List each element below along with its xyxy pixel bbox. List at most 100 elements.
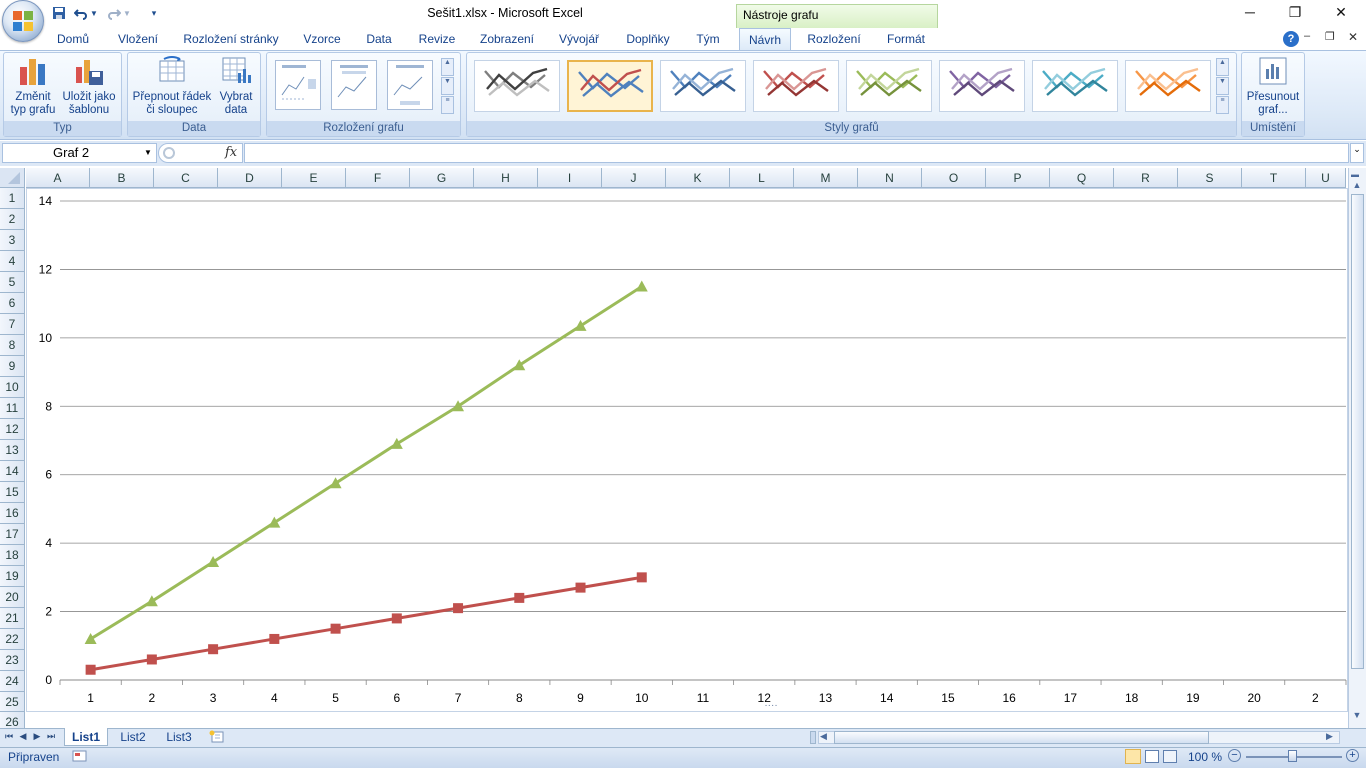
column-header[interactable]: T: [1242, 168, 1306, 188]
row-header[interactable]: 8: [0, 335, 25, 356]
tab-formulas[interactable]: Vzorce: [296, 28, 348, 50]
column-header[interactable]: R: [1114, 168, 1178, 188]
formula-input[interactable]: [244, 143, 1349, 163]
column-header[interactable]: B: [90, 168, 154, 188]
row-header[interactable]: 22: [0, 629, 25, 650]
chart-style-3-thumbnail[interactable]: [660, 60, 746, 112]
column-header[interactable]: M: [794, 168, 858, 188]
vertical-scrollbar[interactable]: ▬ ▲ ▼: [1348, 168, 1366, 728]
column-header[interactable]: O: [922, 168, 986, 188]
chart-style-2-thumbnail[interactable]: [567, 60, 653, 112]
tab-developer[interactable]: Vývojář: [552, 28, 606, 50]
zoom-level[interactable]: 100 %: [1188, 750, 1222, 764]
change-chart-type-button[interactable]: Změnit typ grafu: [6, 55, 60, 117]
column-header[interactable]: Q: [1050, 168, 1114, 188]
chart-style-6-thumbnail[interactable]: [939, 60, 1025, 112]
chart-layout-3-thumbnail[interactable]: [387, 60, 433, 110]
page-break-view-icon[interactable]: [1163, 750, 1177, 763]
tab-split-handle[interactable]: [810, 731, 816, 744]
workbook-close-icon[interactable]: ✕: [1348, 30, 1362, 44]
tab-chart-layout[interactable]: Rozložení: [800, 28, 868, 50]
row-header[interactable]: 1: [0, 188, 25, 209]
tab-page-layout[interactable]: Rozložení stránky: [178, 28, 284, 50]
switch-row-column-button[interactable]: Přepnout řádek či sloupec: [130, 55, 214, 117]
row-header[interactable]: 16: [0, 503, 25, 524]
row-header[interactable]: 11: [0, 398, 25, 419]
tab-data[interactable]: Data: [358, 28, 400, 50]
zoom-in-icon[interactable]: +: [1346, 749, 1359, 762]
chart-layout-1-thumbnail[interactable]: [275, 60, 321, 110]
hscroll-right-icon[interactable]: ▶: [1326, 731, 1333, 742]
name-box[interactable]: Graf 2: [2, 143, 157, 163]
vscroll-split-icon[interactable]: ▬: [1351, 170, 1363, 179]
column-header[interactable]: I: [538, 168, 602, 188]
row-header[interactable]: 15: [0, 482, 25, 503]
line-chart[interactable]: 0 2 4 6 8 10 12 14 1 2 3 4 5 6 7 8 9 10 11 12 13 14 15 16 17 18 19…: [26, 188, 1348, 712]
column-header[interactable]: U: [1306, 168, 1346, 188]
column-header[interactable]: E: [282, 168, 346, 188]
zoom-out-icon[interactable]: −: [1228, 749, 1241, 762]
workbook-restore-icon[interactable]: ❐: [1325, 30, 1339, 43]
sheet-tab-list2[interactable]: List2: [112, 728, 154, 746]
styles-scroll-up-icon[interactable]: ▲: [1216, 58, 1229, 76]
select-all-corner[interactable]: [0, 168, 25, 188]
row-header[interactable]: 14: [0, 461, 25, 482]
prev-sheet-icon[interactable]: ◀: [18, 731, 28, 743]
last-sheet-icon[interactable]: ⏭: [46, 731, 56, 743]
layouts-scroll-down-icon[interactable]: ▼: [441, 77, 454, 95]
vscroll-up-icon[interactable]: ▲: [1351, 180, 1363, 192]
first-sheet-icon[interactable]: ⏮: [4, 731, 14, 743]
chart-style-7-thumbnail[interactable]: [1032, 60, 1118, 112]
row-header[interactable]: 9: [0, 356, 25, 377]
tab-team[interactable]: Tým: [690, 28, 726, 50]
macro-record-icon[interactable]: [72, 750, 88, 762]
column-header[interactable]: K: [666, 168, 730, 188]
column-header[interactable]: A: [26, 168, 90, 188]
office-button[interactable]: [2, 0, 44, 42]
row-header[interactable]: 18: [0, 545, 25, 566]
column-header[interactable]: F: [346, 168, 410, 188]
page-layout-view-icon[interactable]: [1145, 750, 1159, 763]
column-header[interactable]: S: [1178, 168, 1242, 188]
row-header[interactable]: 6: [0, 293, 25, 314]
column-header[interactable]: C: [154, 168, 218, 188]
chart-layout-2-thumbnail[interactable]: [331, 60, 377, 110]
sheet-tab-list3[interactable]: List3: [158, 728, 200, 746]
chart-style-5-thumbnail[interactable]: [846, 60, 932, 112]
move-chart-button[interactable]: Přesunout graf...: [1243, 55, 1303, 117]
row-header[interactable]: 4: [0, 251, 25, 272]
tab-insert[interactable]: Vložení: [110, 28, 166, 50]
column-header[interactable]: G: [410, 168, 474, 188]
vscroll-thumb[interactable]: [1351, 194, 1364, 669]
tab-design[interactable]: Návrh: [739, 28, 791, 50]
name-box-dropdown-icon[interactable]: ▼: [144, 148, 152, 157]
column-header[interactable]: N: [858, 168, 922, 188]
row-header[interactable]: 17: [0, 524, 25, 545]
row-header[interactable]: 21: [0, 608, 25, 629]
styles-more-icon[interactable]: ≡: [1216, 96, 1229, 114]
layouts-more-icon[interactable]: ≡: [441, 96, 454, 114]
layouts-scroll-up-icon[interactable]: ▲: [441, 58, 454, 76]
row-header[interactable]: 2: [0, 209, 25, 230]
vscroll-down-icon[interactable]: ▼: [1351, 710, 1363, 722]
hscroll-thumb[interactable]: [834, 731, 1209, 744]
row-header[interactable]: 25: [0, 692, 25, 712]
insert-function-icon[interactable]: fx: [225, 145, 237, 160]
tab-review[interactable]: Revize: [412, 28, 462, 50]
insert-sheet-icon[interactable]: [206, 730, 228, 744]
row-header[interactable]: 7: [0, 314, 25, 335]
help-icon[interactable]: ?: [1283, 31, 1299, 47]
row-header[interactable]: 10: [0, 377, 25, 398]
zoom-slider-knob[interactable]: [1288, 750, 1297, 762]
column-header[interactable]: J: [602, 168, 666, 188]
chart-style-8-thumbnail[interactable]: [1125, 60, 1211, 112]
select-data-button[interactable]: Vybrat data: [215, 55, 257, 117]
minimize-button[interactable]: ─: [1236, 4, 1264, 22]
tab-addins[interactable]: Doplňky: [618, 28, 678, 50]
formula-splitter-icon[interactable]: [163, 147, 175, 159]
chart-style-4-thumbnail[interactable]: [753, 60, 839, 112]
restore-button[interactable]: ❐: [1281, 4, 1309, 22]
styles-scroll-down-icon[interactable]: ▼: [1216, 77, 1229, 95]
column-header[interactable]: H: [474, 168, 538, 188]
row-header[interactable]: 3: [0, 230, 25, 251]
